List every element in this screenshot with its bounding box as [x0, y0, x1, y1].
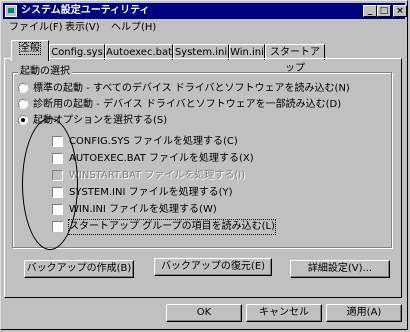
checkbox-label: WINSTART.BAT ファイルを処理する(I)	[69, 170, 246, 181]
maximize-button[interactable]: □	[377, 5, 391, 17]
cancel-button[interactable]: キャンセル	[246, 304, 322, 322]
checkbox-label: WIN.INI ファイルを処理する(W)	[69, 204, 217, 215]
menu-bar: ファイル(F) 表示(V) ヘルプ(H)	[3, 20, 405, 36]
minimize-button[interactable]: _	[363, 5, 377, 17]
checkbox[interactable]	[52, 204, 63, 215]
radio-label: 標準の起動 - すべてのデバイス ドライバとソフトウェアを読み込む(N)	[33, 83, 350, 94]
menu-view[interactable]: 表示(V)	[65, 21, 100, 35]
checkbox-label: CONFIG.SYS ファイルを処理する(C)	[69, 136, 238, 147]
tab-general[interactable]: 全般	[11, 40, 49, 61]
tab-general-label: 全般	[19, 42, 41, 55]
apply-button[interactable]: 適用(A)	[326, 304, 402, 322]
checkbox-label: AUTOEXEC.BAT ファイルを処理する(X)	[69, 153, 254, 164]
radio-button[interactable]	[18, 99, 28, 109]
checkbox	[52, 170, 63, 181]
advanced-settings-button[interactable]: 詳細設定(V)...	[290, 260, 390, 278]
menu-help[interactable]: ヘルプ(H)	[111, 21, 156, 35]
checkbox[interactable]	[52, 153, 63, 164]
radio-button[interactable]	[18, 115, 28, 125]
checkbox[interactable]	[52, 136, 63, 147]
ok-button[interactable]: OK	[166, 304, 242, 322]
checkbox-label: スタートアップ グループの項目を読み込む(L)	[68, 219, 276, 235]
tab-strip: 全般 Config.sys Autoexec.bat System.ini Wi…	[5, 40, 403, 74]
create-backup-button[interactable]: バックアップの作成(B)	[24, 260, 134, 278]
radio-label: 起動オプションを選択する(S)	[33, 115, 168, 126]
close-button[interactable]: ×	[393, 5, 407, 17]
checkbox-label: SYSTEM.INI ファイルを処理する(Y)	[69, 187, 233, 198]
app-icon	[5, 5, 17, 17]
menu-file[interactable]: ファイル(F)	[9, 21, 63, 35]
window-title: システム設定ユーティリティ	[21, 5, 150, 16]
title-bar[interactable]: システム設定ユーティリティ _ □ ×	[3, 3, 407, 19]
checkbox[interactable]	[52, 221, 63, 232]
startup-selection-label: 起動の選択	[18, 66, 72, 78]
radio-button[interactable]	[18, 83, 28, 93]
checkbox[interactable]	[52, 187, 63, 198]
radio-label: 診断用の起動 - デバイス ドライバとソフトウェアを一部読み込む(D)	[33, 99, 342, 110]
radio-selected-dot	[21, 118, 25, 122]
restore-backup-button[interactable]: バックアップの復元(E)	[154, 258, 272, 276]
